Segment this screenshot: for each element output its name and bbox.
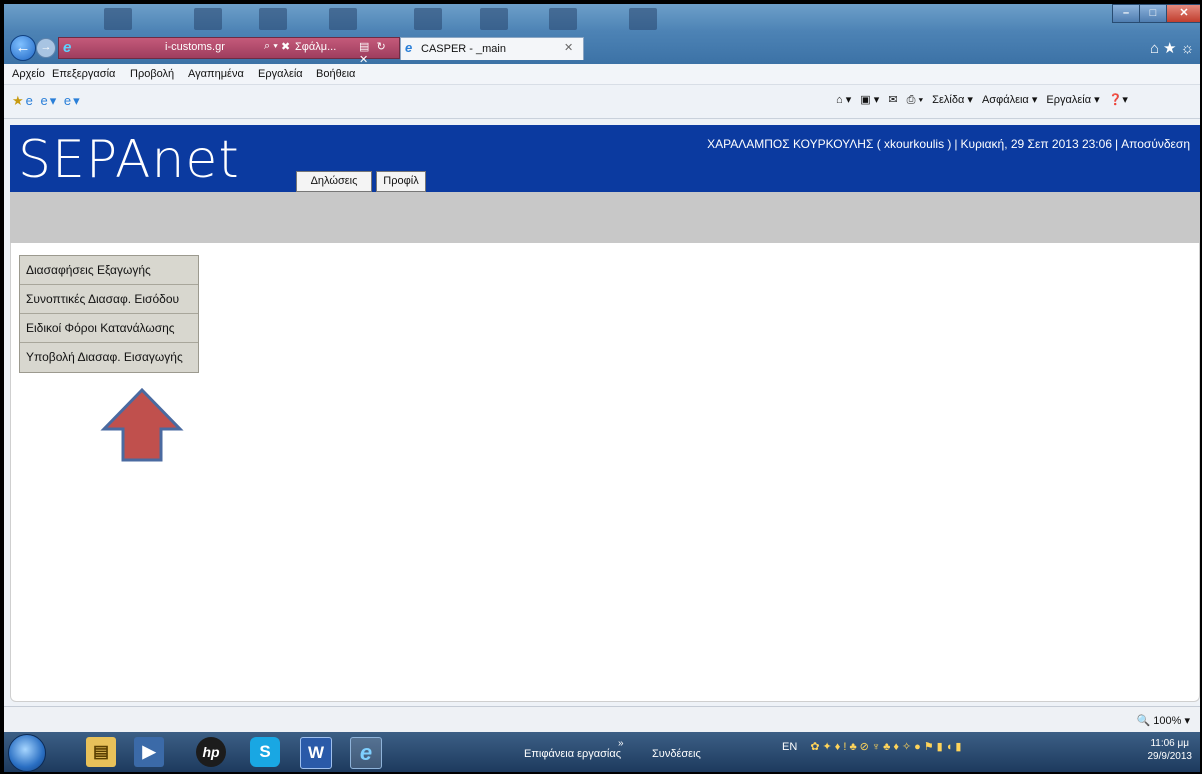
search-icon[interactable]: ⌕ ▾ [264,40,278,53]
tray-icons[interactable]: ✿✦♦!♣⊘♆♣♦✧●⚑▮◖▮ [810,741,964,753]
skype-icon[interactable]: S [250,737,280,767]
system-tray: EN ✿✦♦!♣⊘♆♣♦✧●⚑▮◖▮ [782,740,964,753]
session-datetime: Κυριακή, 29 Σεπ 2013 23:06 [960,137,1112,151]
tab-declarations[interactable]: Δηλώσεις [296,171,372,192]
address-text: i-customs.gr [165,41,225,53]
status-bar: 🔍 100% ▾ [4,706,1200,732]
up-arrow-annotation [100,387,184,462]
tools-menu[interactable]: Εργαλεία ▾ [1046,94,1099,106]
command-bar-right: ⌂ ▾ ▣ ▾ ✉ ⎙ ▾ Σελίδα ▾ Ασφάλεια ▾ Εργαλε… [836,93,1128,107]
refresh-stop-icons[interactable]: ▤ ↻ ✕ [359,40,399,66]
help-icon[interactable]: ❓▾ [1109,94,1128,106]
tab-profile[interactable]: Προφίλ [376,171,426,192]
background-thumbnail [414,8,442,30]
hp-icon[interactable]: hp [196,737,226,767]
menu-bar: Αρχείο Επεξεργασία Προβολή Αγαπημένα Εργ… [4,64,1200,85]
menu-file[interactable]: Αρχείο [12,68,45,80]
language-indicator[interactable]: EN [782,741,797,753]
page-menu[interactable]: Σελίδα ▾ [932,94,973,106]
explorer-icon[interactable]: ▤ [86,737,116,767]
background-thumbnail [259,8,287,30]
home-favorites-settings-icons[interactable]: ⌂★☼ [1150,39,1198,57]
main-content: Διασαφήσεις Εξαγωγής Συνοπτικές Διασαφ. … [10,243,1200,702]
ie-icon: e [63,39,72,56]
background-thumbnail [104,8,132,30]
address-bar[interactable]: e i-customs.gr ⌕ ▾ ✖ Σφάλμ... ▤ ↻ ✕ [58,37,400,66]
site-logo: SEPAnet [18,130,240,190]
zoom-control[interactable]: 🔍 100% ▾ [1137,714,1190,727]
header-band [10,192,1200,243]
feeds-icon[interactable]: ▣ ▾ [860,94,879,106]
word-icon[interactable]: W [300,737,332,769]
side-menu: Διασαφήσεις Εξαγωγής Συνοπτικές Διασαφ. … [19,255,199,373]
clock[interactable]: 11:06 μμ 29/9/2013 [1148,737,1193,763]
browser-titlebar: ← → e i-customs.gr ⌕ ▾ ✖ Σφάλμ... ▤ ↻ ✕ … [4,4,1200,66]
error-icon: ✖ [281,41,291,53]
favorites-icons[interactable]: ★e e▾ e▾ [12,93,82,109]
maximize-button[interactable]: □ [1139,4,1167,23]
close-button[interactable]: ✕ [1166,4,1200,23]
background-thumbnail [194,8,222,30]
mail-icon[interactable]: ✉ [888,94,897,106]
menu-view[interactable]: Προβολή [130,68,174,80]
site-header: SEPAnet Δηλώσεις Προφίλ ΧΑΡΑΛΑΜΠΟΣ ΚΟΥΡΚ… [10,125,1200,192]
home-icon[interactable]: ⌂ ▾ [836,94,851,106]
media-player-icon[interactable]: ▶ [134,737,164,767]
window-controls: – □ ✕ [1112,4,1200,23]
side-item-import-declaration[interactable]: Υποβολή Διασαφ. Εισαγωγής [20,343,198,372]
side-item-export-declarations[interactable]: Διασαφήσεις Εξαγωγής [20,256,198,285]
side-item-summary-entry[interactable]: Συνοπτικές Διασαφ. Εισόδου [20,285,198,314]
ie-icon: e [405,40,413,55]
logout-link[interactable]: Αποσύνδεση [1121,137,1190,151]
desktop-toolbar[interactable]: Επιφάνεια εργασίας [524,748,621,760]
user-name: ΧΑΡΑΛΑΜΠΟΣ ΚΟΥΡΚΟΥΛΗΣ ( xkourkoulis ) [707,137,952,151]
user-info: ΧΑΡΑΛΑΜΠΟΣ ΚΟΥΡΚΟΥΛΗΣ ( xkourkoulis ) | Κυ… [707,137,1190,151]
menu-tools[interactable]: Εργαλεία [258,68,303,80]
error-tab-label: Σφάλμ... [295,41,337,53]
forward-button[interactable]: → [36,38,56,58]
print-icon[interactable]: ⎙ ▾ [907,94,923,106]
clock-date: 29/9/2013 [1147,751,1193,762]
clock-time: 11:06 μμ [1150,738,1190,749]
connections-toolbar[interactable]: Συνδέσεις [652,748,701,760]
close-tab-icon[interactable]: ✕ [564,41,573,54]
background-thumbnail [629,8,657,30]
tab-casper-main[interactable]: e CASPER - _main ✕ [400,37,584,60]
chevron-icon[interactable]: » [618,738,624,749]
background-thumbnail [549,8,577,30]
menu-help[interactable]: Βοήθεια [316,68,355,80]
browser-window: ← → e i-customs.gr ⌕ ▾ ✖ Σφάλμ... ▤ ↻ ✕ … [4,4,1200,772]
back-button[interactable]: ← [10,35,36,61]
safety-menu[interactable]: Ασφάλεια ▾ [982,94,1037,106]
side-item-excise-tax[interactable]: Ειδικοί Φόροι Κατανάλωσης [20,314,198,343]
zoom-level: 100% [1153,715,1182,727]
menu-edit[interactable]: Επεξεργασία [52,68,115,80]
background-thumbnail [480,8,508,30]
start-button[interactable] [8,734,46,772]
background-thumbnail [329,8,357,30]
command-bar: ★e e▾ e▾ ⌂ ▾ ▣ ▾ ✉ ⎙ ▾ Σελίδα ▾ Ασφάλεια… [4,85,1200,119]
tab-title: CASPER - _main [421,43,506,55]
menu-favorites[interactable]: Αγαπημένα [188,68,244,80]
minimize-button[interactable]: – [1112,4,1140,23]
taskbar: ▤ ▶ hp S W e Επιφάνεια εργασίας » Συνδέσ… [4,732,1200,772]
ie-taskbar-icon[interactable]: e [350,737,382,769]
